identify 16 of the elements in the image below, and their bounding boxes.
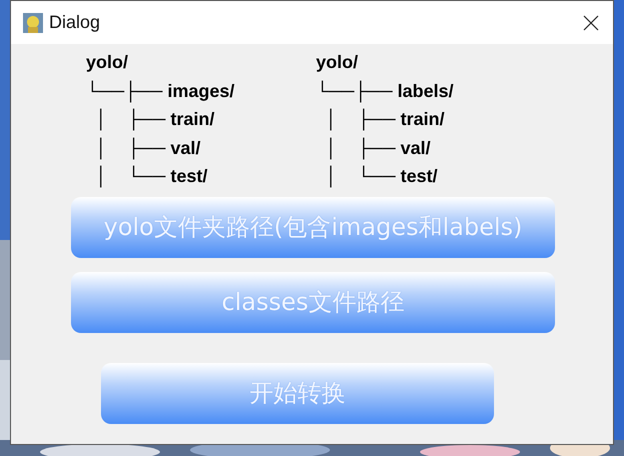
close-icon[interactable] bbox=[583, 14, 599, 30]
tree-line: │ ├── train/ bbox=[95, 108, 216, 132]
action-button[interactable]: 开始转换 bbox=[101, 362, 494, 424]
tree-line: │ ├── val/ bbox=[325, 136, 432, 162]
tree-line: └──├── labels/ bbox=[316, 80, 455, 104]
tree-line: │ └── test/ bbox=[325, 164, 439, 190]
tree-line: │ ├── train/ bbox=[325, 108, 446, 132]
tree-line: └──├── images/ bbox=[86, 80, 236, 104]
action-button[interactable]: yolo文件夹路径(包含images和labels) bbox=[71, 196, 555, 258]
action-button[interactable]: classes文件路径 bbox=[71, 272, 555, 332]
window-title: Dialog bbox=[49, 12, 102, 33]
tree-line: │ └── test/ bbox=[95, 164, 209, 190]
app-icon bbox=[23, 12, 43, 32]
tree-line: yolo/ bbox=[86, 51, 130, 74]
tree-line: │ ├── val/ bbox=[95, 136, 202, 162]
tree-line: yolo/ bbox=[316, 51, 360, 74]
